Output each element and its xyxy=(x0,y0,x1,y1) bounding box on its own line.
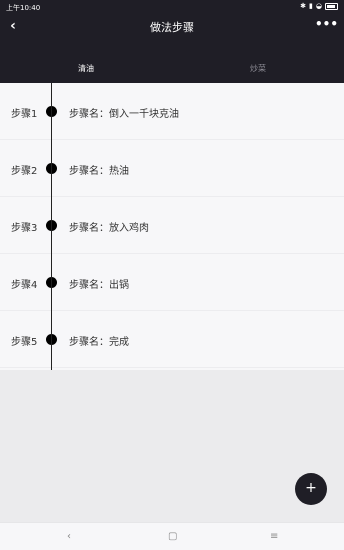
status-bar: 上午10:40 ✱ ▮ ◒ xyxy=(0,0,344,14)
step-name: 步骤名：完成 xyxy=(69,337,129,348)
nav-back-icon[interactable]: ‹ xyxy=(67,531,71,542)
step-number: 步骤2 xyxy=(11,166,38,177)
page-title: 做法步骤 xyxy=(150,21,194,34)
step-number: 步骤3 xyxy=(11,223,38,234)
step-number: 步骤4 xyxy=(11,280,38,291)
step-name: 步骤名：热油 xyxy=(69,166,129,177)
nav-menu-icon[interactable]: ≡ xyxy=(270,531,278,542)
nav-home-icon[interactable]: ▢ xyxy=(168,531,177,542)
tab-bar: 清油 炒菜 xyxy=(0,38,344,83)
step-number: 步骤1 xyxy=(11,109,38,120)
step-name: 步骤名：放入鸡肉 xyxy=(69,223,149,234)
more-icon[interactable]: ••• xyxy=(315,17,338,31)
tab-chaocai[interactable]: 炒菜 xyxy=(172,63,344,74)
wifi-icon: ◒ xyxy=(315,2,322,10)
status-time: 上午10:40 xyxy=(6,4,41,12)
step-name: 步骤名：倒入一千块克油 xyxy=(69,109,179,120)
system-nav-bar: ‹ ▢ ≡ xyxy=(0,522,344,550)
status-icons: ✱ ▮ ◒ xyxy=(300,2,338,10)
step-number: 步骤5 xyxy=(11,337,38,348)
add-step-button[interactable]: + xyxy=(295,473,327,505)
bluetooth-icon: ✱ xyxy=(300,2,307,10)
step-name: 步骤名：出锅 xyxy=(69,280,129,291)
signal-icon: ▮ xyxy=(309,2,313,10)
top-nav-bar: ‹ 做法步骤 ••• xyxy=(0,14,344,38)
tab-qingyou[interactable]: 清油 xyxy=(0,63,172,74)
timeline-line xyxy=(51,83,52,370)
battery-icon xyxy=(325,2,338,10)
